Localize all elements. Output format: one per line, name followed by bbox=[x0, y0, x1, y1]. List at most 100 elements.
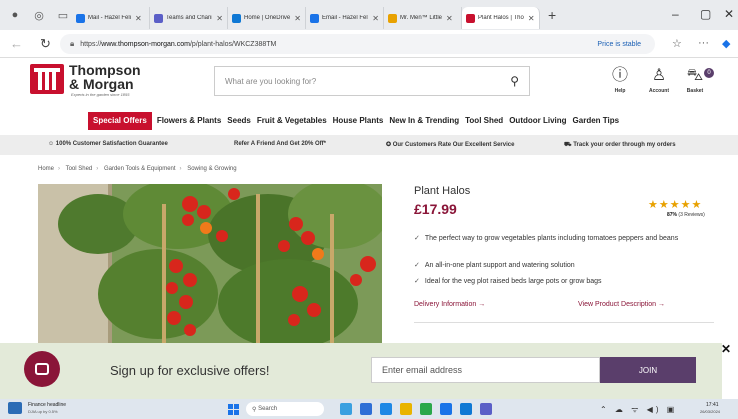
taskbar-app-icon[interactable] bbox=[480, 403, 492, 415]
benefits-strip: ☺ 100% Customer Satisfaction Guarantee R… bbox=[0, 135, 738, 155]
close-window-button[interactable]: ✕ bbox=[724, 7, 734, 21]
main-navigation: Special Offers Flowers & Plants Seeds Fruit… bbox=[88, 112, 622, 130]
view-product-description-link[interactable]: View Product Description → bbox=[578, 301, 665, 308]
taskbar-search[interactable]: ⚲ Search bbox=[246, 402, 324, 416]
help-icon: ⓘ bbox=[611, 67, 628, 84]
copilot-icon[interactable]: ◆ bbox=[722, 37, 730, 50]
brand-name-line2: & Morgan bbox=[69, 76, 134, 92]
nav-item[interactable]: New In & Trending bbox=[386, 112, 462, 130]
feature-item: ✓ The perfect way to grow vegetables plan… bbox=[414, 235, 679, 242]
tab-label: Mr. Men™ Little bbox=[400, 15, 443, 21]
clock-date[interactable]: 26/03/2024 bbox=[700, 409, 720, 414]
benefit-order-tracking[interactable]: ⛟ Track your order through my orders bbox=[564, 141, 676, 149]
url-field[interactable]: 🔒︎ https://www.thompson-morgan.com/p/pla… bbox=[60, 34, 655, 54]
tab-label: Plant Halos | Tho bbox=[478, 15, 524, 21]
price-tracking-badge[interactable]: Price is stable bbox=[597, 41, 641, 48]
clock-time[interactable]: 17:41 bbox=[706, 402, 719, 408]
browser-tab[interactable]: Mail - Hazel Feli ✕ bbox=[72, 7, 150, 29]
taskbar-app-icon[interactable] bbox=[400, 403, 412, 415]
join-button[interactable]: JOIN bbox=[600, 357, 696, 383]
nav-item[interactable]: Fruit & Vegetables bbox=[254, 112, 330, 130]
tab-label: Mail - Hazel Feli bbox=[88, 15, 132, 21]
address-bar: ← ↻ 🔒︎ https://www.thompson-morgan.com/p… bbox=[0, 30, 738, 58]
breadcrumb-home[interactable]: Home bbox=[38, 166, 54, 172]
check-icon: ✓ bbox=[414, 278, 420, 285]
delivery-information-link[interactable]: Delivery Information → bbox=[414, 301, 485, 308]
close-tab-icon[interactable]: ✕ bbox=[135, 14, 142, 23]
account-button[interactable]: ♙ Account bbox=[641, 67, 677, 94]
close-tab-icon[interactable]: ✕ bbox=[446, 14, 453, 23]
feature-item: ✓ Ideal for the veg plot raised beds larg… bbox=[414, 278, 602, 285]
taskbar-app-icon[interactable] bbox=[380, 403, 392, 415]
offers-message-icon bbox=[24, 351, 60, 387]
back-button[interactable]: ← bbox=[10, 36, 23, 51]
nav-item[interactable]: Flowers & Plants bbox=[154, 112, 224, 130]
refresh-button[interactable]: ↻ bbox=[40, 36, 51, 52]
nav-item[interactable]: Seeds bbox=[224, 112, 254, 130]
browser-tab[interactable]: Mr. Men™ Little ✕ bbox=[384, 7, 462, 29]
nav-item[interactable]: Garden Tips bbox=[570, 112, 623, 130]
taskbar-app-icon[interactable] bbox=[460, 403, 472, 415]
site-search-input[interactable]: What are you looking for? ⚲ bbox=[214, 66, 530, 96]
new-tab-button[interactable]: + bbox=[548, 7, 556, 23]
rating-summary[interactable]: 87% (3 Reviews) bbox=[667, 212, 705, 218]
product-price: £17.99 bbox=[414, 201, 457, 217]
check-icon: ✓ bbox=[414, 235, 420, 242]
tab-favicon-icon bbox=[466, 13, 475, 23]
nav-item[interactable]: Special Offers bbox=[88, 112, 152, 130]
taskbar-app-icon[interactable] bbox=[420, 403, 432, 415]
breadcrumb-tool-shed[interactable]: Tool Shed bbox=[66, 166, 93, 172]
favorites-icon[interactable]: ☆ bbox=[672, 37, 682, 50]
breadcrumb: Home › Tool Shed › Garden Tools & Equipmen… bbox=[38, 166, 237, 172]
breadcrumb-sowing-growing[interactable]: Sowing & Growing bbox=[187, 166, 236, 172]
nav-item[interactable]: Tool Shed bbox=[462, 112, 506, 130]
browser-tab[interactable]: Home | OneDrive ✕ bbox=[228, 7, 306, 29]
system-tray[interactable]: ⌃ ☁ ᯤ ◀) ▣ bbox=[600, 404, 677, 415]
taskbar-app-icon[interactable] bbox=[340, 403, 352, 415]
close-banner-icon[interactable]: ✕ bbox=[721, 342, 731, 356]
breadcrumb-garden-tools[interactable]: Garden Tools & Equipment bbox=[104, 166, 176, 172]
check-icon: ✓ bbox=[414, 262, 420, 269]
search-icon[interactable]: ⚲ bbox=[510, 74, 519, 88]
news-widget-icon[interactable] bbox=[8, 402, 22, 414]
url-domain: www.thompson-morgan.com bbox=[101, 40, 190, 48]
close-tab-icon[interactable]: ✕ bbox=[528, 14, 535, 23]
browser-tab-strip: ● ◎ ▭ Mail - Hazel Feli ✕ Teams and Chann ✕… bbox=[0, 0, 738, 30]
nav-item[interactable]: House Plants bbox=[330, 112, 387, 130]
signup-email-input[interactable]: Enter email address bbox=[371, 357, 600, 383]
browser-tab[interactable]: Teams and Chann ✕ bbox=[150, 7, 228, 29]
browser-tab[interactable]: Email - Hazel Feli ✕ bbox=[306, 7, 384, 29]
taskbar-app-icon[interactable] bbox=[360, 403, 372, 415]
url-path: /p/plant-halos/WKCZ388TM bbox=[189, 40, 277, 48]
tab-favicon-icon bbox=[232, 13, 241, 23]
brand-logo[interactable] bbox=[30, 64, 64, 94]
help-button[interactable]: ⓘ Help bbox=[602, 67, 638, 94]
taskbar-app-icon[interactable] bbox=[440, 403, 452, 415]
news-widget-title[interactable]: Finance headline bbox=[28, 402, 66, 408]
tab-favicon-icon bbox=[388, 13, 397, 23]
browser-profile-icon[interactable]: ● bbox=[6, 6, 24, 24]
benefit-refer-friend[interactable]: Refer A Friend And Get 20% Off* bbox=[234, 141, 326, 147]
benefit-service-rating[interactable]: ✪ Our Customers Rate Our Excellent Servi… bbox=[386, 141, 514, 148]
minimize-button[interactable]: – bbox=[672, 7, 679, 21]
more-options-icon[interactable]: ··· bbox=[698, 37, 709, 49]
browser-tab[interactable]: Plant Halos | Tho ✕ bbox=[462, 7, 540, 29]
close-tab-icon[interactable]: ✕ bbox=[216, 14, 223, 23]
tab-favicon-icon bbox=[310, 13, 319, 23]
product-image[interactable] bbox=[38, 184, 382, 344]
close-tab-icon[interactable]: ✕ bbox=[294, 14, 301, 23]
account-icon: ♙ bbox=[651, 67, 667, 84]
workspaces-icon[interactable]: ◎ bbox=[30, 6, 48, 24]
tab-favicon-icon bbox=[76, 13, 85, 23]
nav-item[interactable]: Outdoor Living bbox=[506, 112, 569, 130]
tab-actions-icon[interactable]: ▭ bbox=[54, 6, 72, 24]
maximize-button[interactable]: ▢ bbox=[700, 7, 711, 21]
tab-label: Email - Hazel Feli bbox=[322, 15, 369, 21]
tab-label: Home | OneDrive bbox=[244, 15, 291, 21]
tab-favicon-icon bbox=[154, 13, 163, 23]
rating-stars[interactable]: ★★★★★ bbox=[648, 198, 702, 211]
benefit-guarantee[interactable]: ☺ 100% Customer Satisfaction Guarantee bbox=[48, 141, 168, 147]
feature-item: ✓ An all-in-one plant support and waterin… bbox=[414, 262, 575, 269]
start-button[interactable] bbox=[228, 404, 239, 415]
close-tab-icon[interactable]: ✕ bbox=[372, 14, 379, 23]
